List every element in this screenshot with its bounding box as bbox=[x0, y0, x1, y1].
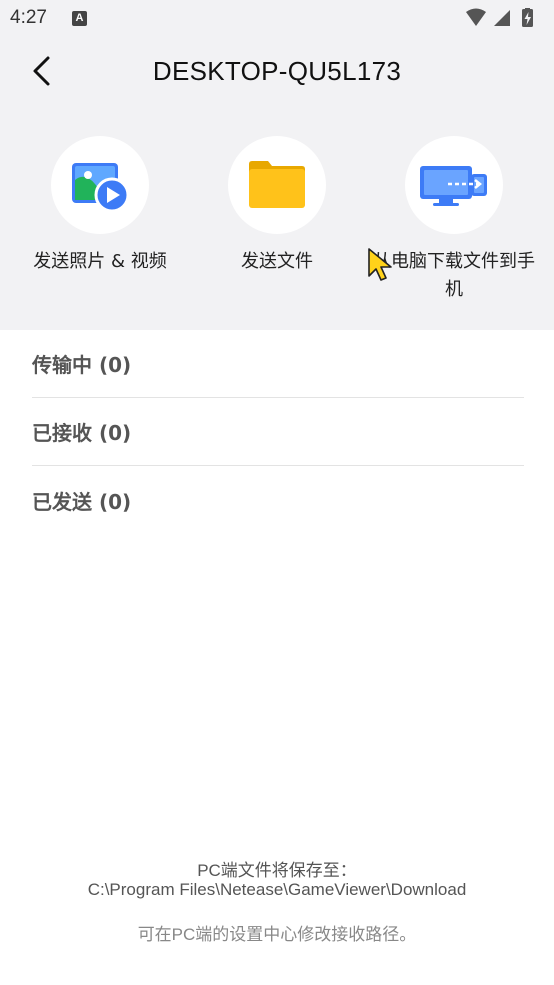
wifi-icon bbox=[466, 8, 486, 26]
action-icon-circle bbox=[51, 136, 149, 234]
action-label: 发送文件 bbox=[241, 251, 313, 272]
save-location-label: PC端文件将保存至： bbox=[197, 861, 357, 880]
status-time: 4:27 bbox=[10, 7, 47, 28]
send-file-button[interactable]: 发送文件 bbox=[187, 136, 367, 276]
notification-icon: A bbox=[72, 11, 87, 26]
photo-video-icon bbox=[72, 163, 130, 213]
system-status-icons bbox=[466, 8, 533, 27]
action-icon-circle bbox=[228, 136, 326, 234]
section-transferring[interactable]: 传输中 (0) bbox=[32, 330, 524, 398]
folder-icon bbox=[249, 161, 305, 208]
pc-transfer-icon bbox=[420, 166, 487, 206]
path-change-hint: 可在PC端的设置中心修改接收路径。 bbox=[137, 925, 417, 944]
save-path: C:\Program Files\Netease\GameViewer\Down… bbox=[87, 880, 467, 899]
section-received[interactable]: 已接收 (0) bbox=[32, 398, 524, 466]
action-icon-circle bbox=[405, 136, 503, 234]
transfer-sections: 传输中 (0) 已接收 (0) 已发送 (0) bbox=[32, 330, 524, 534]
section-sent[interactable]: 已发送 (0) bbox=[32, 466, 524, 534]
page-title: DESKTOP-QU5L173 bbox=[152, 56, 402, 86]
mouse-cursor-icon bbox=[368, 248, 392, 281]
status-bar: 4:27 A bbox=[0, 0, 554, 38]
send-photos-videos-button[interactable]: 发送照片 & 视频 bbox=[10, 136, 190, 276]
signal-icon bbox=[494, 10, 510, 26]
battery-charging-icon bbox=[522, 8, 533, 27]
action-label: 发送照片 & 视频 bbox=[33, 251, 167, 272]
